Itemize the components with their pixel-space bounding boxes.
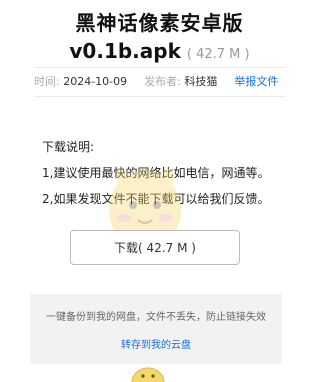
report-file-link[interactable]: 举报文件: [234, 75, 278, 88]
instructions-heading: 下载说明:: [42, 140, 95, 154]
download-instructions: 下载说明: 1,建议使用最快的网络比如电信，网通等。 2,如果发现文件不能下载可…: [42, 140, 282, 218]
file-name: v0.1b.apk: [69, 39, 181, 63]
save-to-cloud-link[interactable]: 转存到我的云盘: [30, 336, 282, 351]
backup-note: 一键备份到我的网盘，文件不丢失，防止链接失效: [46, 312, 266, 323]
file-meta-bar: 时间: 2024-10-09 发布者: 科技猫 举报文件: [34, 67, 286, 97]
file-size: ( 42.7 M ): [186, 47, 250, 62]
mascot-peek-icon: [131, 367, 165, 382]
publisher-value: 科技猫: [184, 75, 218, 88]
file-name-line: v0.1b.apk ( 42.7 M ): [0, 38, 319, 68]
instruction-line-2: 2,如果发现文件不能下载可以给我们反馈。: [42, 192, 270, 206]
time-value: 2024-10-09: [63, 75, 128, 88]
cloud-backup-panel: 一键备份到我的网盘，文件不丢失，防止链接失效 转存到我的云盘: [30, 294, 282, 364]
download-button[interactable]: 下载( 42.7 M ): [70, 230, 240, 265]
file-header: 黑神话像素安卓版 v0.1b.apk ( 42.7 M ): [0, 10, 319, 68]
time-label: 时间:: [34, 75, 60, 88]
publisher-label: 发布者:: [144, 75, 181, 88]
instruction-line-1: 1,建议使用最快的网络比如电信，网通等。: [42, 166, 270, 180]
file-title: 黑神话像素安卓版: [75, 11, 244, 35]
